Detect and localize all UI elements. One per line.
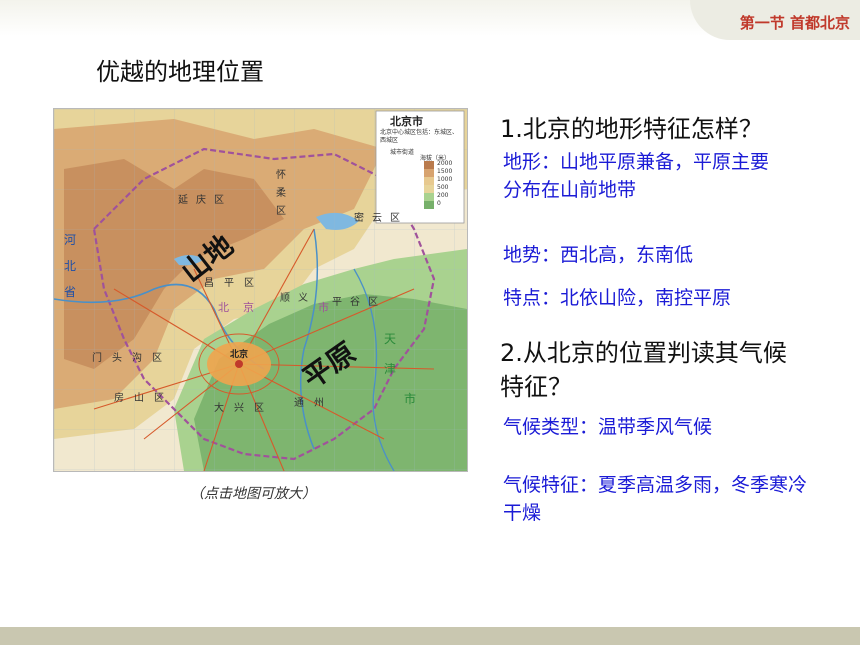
beijing-topographic-map[interactable]: 北京市 北京中心城区包括：东城区、西城区 城市街道 海拔（米） 2000 150… [53, 108, 468, 472]
bottom-bar [0, 627, 860, 645]
answer-2-feature: 气候特征：夏季高温多雨，冬季寒冷干燥 [503, 474, 808, 524]
label-huairou: 怀柔区 [276, 170, 286, 217]
answer-1-feature: 特点：北依山险，南控平原 [503, 287, 732, 309]
answer-1-landform: 地形：山地平原兼备，平原主要分布在山前地带 [503, 151, 770, 201]
answer-2-type: 气候类型：温带季风气候 [503, 416, 713, 438]
question-1: 1.北京的地形特征怎样？ [500, 115, 763, 143]
label-pinggu: 平谷区 [332, 297, 378, 308]
legend-road: 城市街道 [390, 149, 415, 156]
question-2: 2.从北京的位置判读其气候特征？ [500, 339, 787, 401]
section-title: 第一节 首都北京 [739, 14, 850, 32]
label-fangshan: 房山区 [114, 393, 164, 404]
label-city: 北京 [230, 350, 249, 360]
city-marker [235, 360, 243, 368]
label-mentougou: 门头沟区 [92, 353, 162, 364]
map-caption: （点击地图可放大） [190, 486, 316, 502]
legend-levels: 2000 1500 1000 500 200 0 [437, 160, 453, 207]
label-yanqing: 延庆区 [178, 195, 224, 206]
label-tongzhou: 通州 [294, 398, 324, 409]
slide-title: 优越的地理位置 [96, 58, 264, 86]
label-shunyi: 顺义 [280, 293, 308, 304]
label-daxing: 大兴区 [214, 403, 264, 414]
answer-1-terrain: 地势：西北高，东南低 [503, 244, 694, 266]
label-beijing-shi: 北京市 [218, 301, 329, 314]
label-miyun: 密云区 [354, 213, 400, 224]
map-name: 北京市 [390, 115, 423, 128]
map-graphic [54, 109, 467, 471]
label-hebei: 河北省 [64, 233, 77, 299]
label-tianjin: 天津市 [384, 332, 417, 406]
legend-note: 北京中心城区包括：东城区、西城区 [380, 129, 459, 144]
